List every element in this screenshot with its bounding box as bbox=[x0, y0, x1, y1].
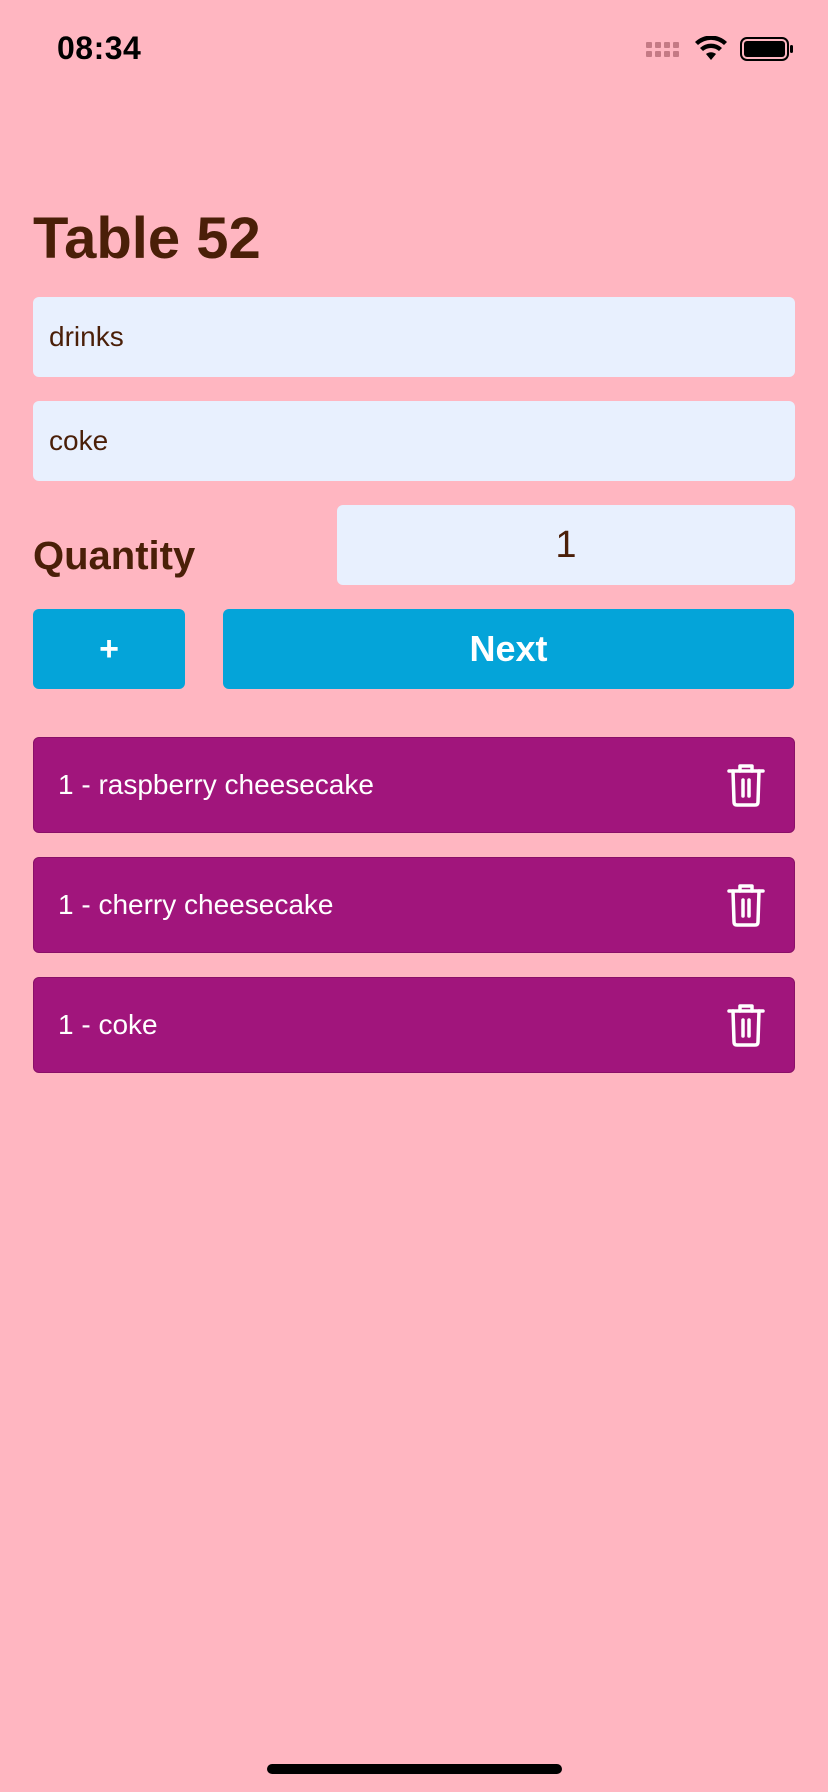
category-input[interactable]: drinks bbox=[33, 297, 795, 377]
battery-icon bbox=[740, 37, 793, 61]
status-icons bbox=[646, 36, 794, 62]
signal-icon bbox=[646, 42, 679, 57]
trash-icon[interactable] bbox=[726, 1002, 766, 1048]
next-button[interactable]: Next bbox=[223, 609, 794, 689]
order-item: 1 - coke bbox=[33, 977, 795, 1073]
order-item-label: 1 - coke bbox=[58, 1009, 158, 1040]
home-indicator bbox=[267, 1764, 562, 1774]
order-item-label: 1 - cherry cheesecake bbox=[58, 889, 334, 920]
order-item-label: 1 - raspberry cheesecake bbox=[58, 769, 374, 800]
add-item-button[interactable]: + bbox=[33, 609, 185, 689]
order-list: 1 - raspberry cheesecake 1 - cherry chee… bbox=[33, 737, 795, 1097]
status-bar: 08:34 bbox=[0, 0, 828, 100]
trash-icon[interactable] bbox=[726, 762, 766, 808]
trash-icon[interactable] bbox=[726, 882, 766, 928]
quantity-label: Quantity bbox=[33, 534, 196, 578]
order-item: 1 - raspberry cheesecake bbox=[33, 737, 795, 833]
page-title: Table 52 bbox=[33, 206, 261, 271]
order-item: 1 - cherry cheesecake bbox=[33, 857, 795, 953]
quantity-input[interactable]: 1 bbox=[337, 505, 795, 585]
item-input[interactable]: coke bbox=[33, 401, 795, 481]
status-time: 08:34 bbox=[57, 30, 142, 66]
wifi-icon bbox=[695, 36, 727, 60]
